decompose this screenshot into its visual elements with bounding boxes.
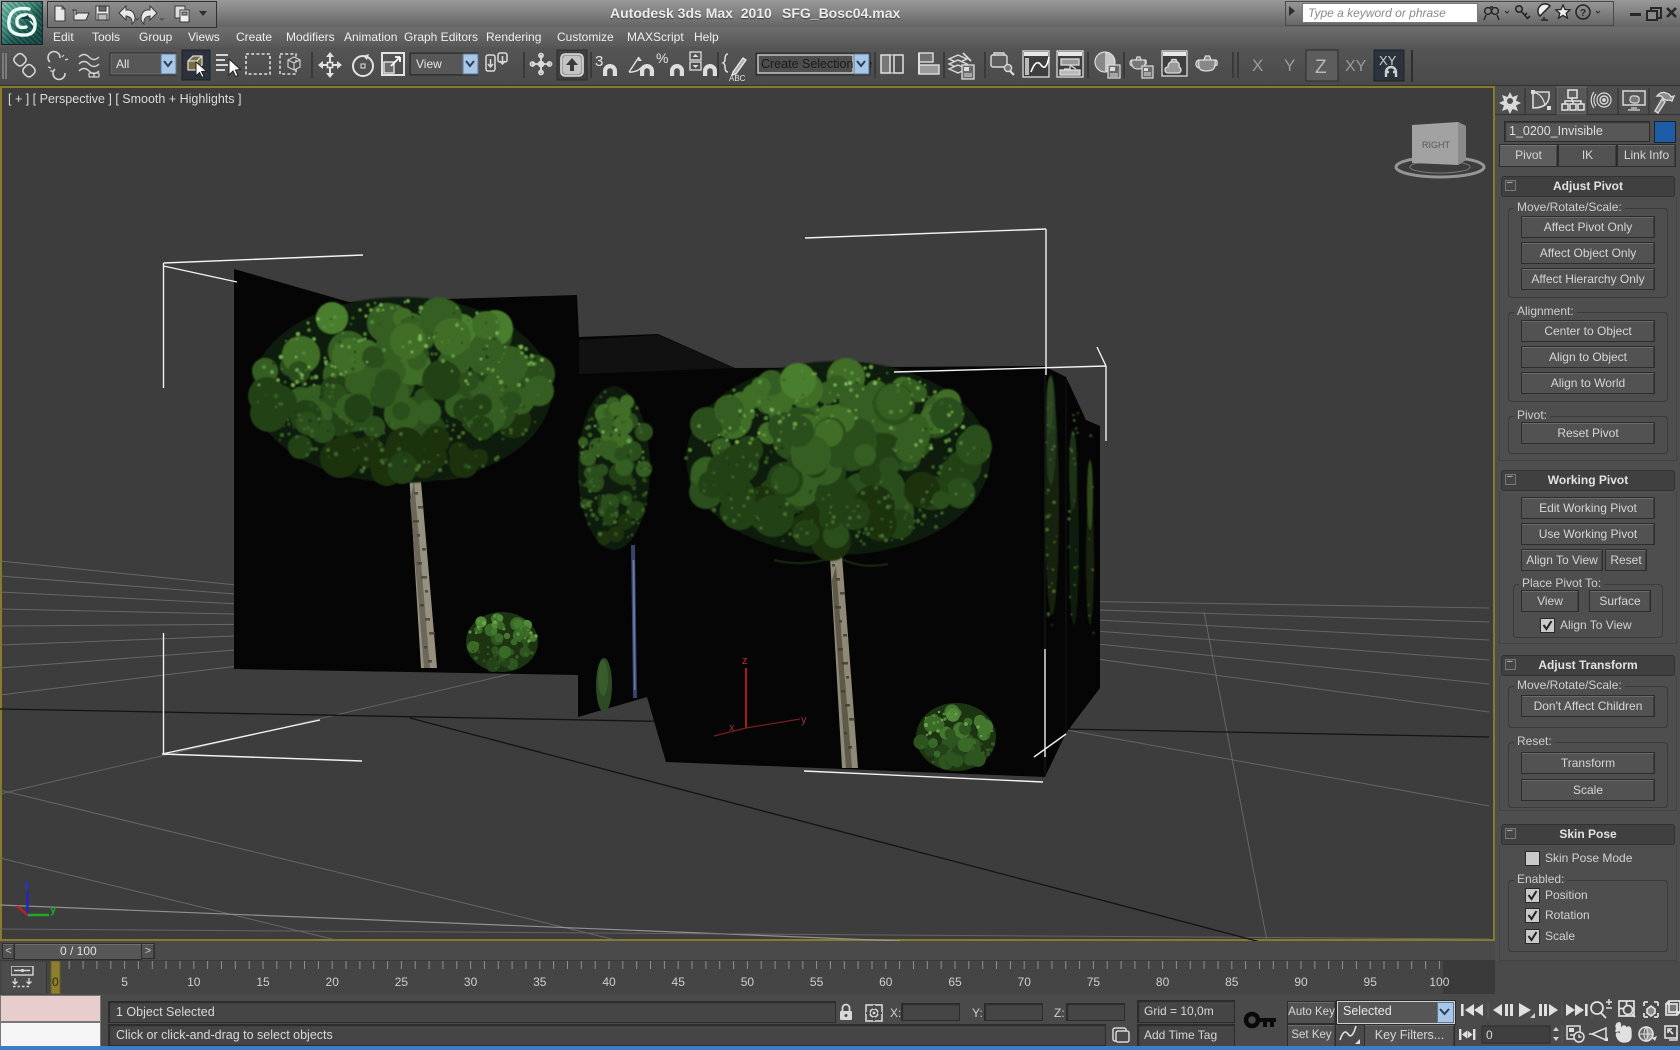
svg-text:Z: Z	[1315, 57, 1327, 78]
svg-text:%: %	[656, 50, 668, 66]
svg-text:Y: Y	[1284, 56, 1295, 75]
svg-text:[ + ] [ Perspective ] [ Smooth: [ + ] [ Perspective ] [ Smooth + Highlig…	[8, 92, 241, 106]
svg-text:x: x	[729, 722, 735, 734]
svg-text:XY: XY	[1379, 53, 1397, 68]
svg-text:35: 35	[533, 975, 547, 989]
svg-text:XY: XY	[1345, 58, 1367, 75]
svg-text:y: y	[50, 904, 57, 916]
svg-text:75: 75	[1087, 975, 1101, 989]
svg-text:60: 60	[879, 975, 893, 989]
svg-text:25: 25	[395, 975, 409, 989]
svg-text:45: 45	[672, 975, 686, 989]
svg-text:20: 20	[326, 975, 340, 989]
svg-text:30: 30	[464, 975, 478, 989]
svg-text:95: 95	[1364, 975, 1378, 989]
svg-text:X: X	[1252, 56, 1263, 75]
svg-text:80: 80	[1156, 975, 1170, 989]
svg-text:z: z	[742, 655, 748, 667]
svg-text:View: View	[416, 57, 442, 71]
svg-text:40: 40	[602, 975, 616, 989]
svg-text:y: y	[801, 714, 807, 726]
svg-text:3: 3	[595, 53, 603, 70]
svg-text:0: 0	[1486, 1028, 1493, 1042]
svg-text:55: 55	[810, 975, 824, 989]
svg-text:70: 70	[1018, 975, 1032, 989]
svg-text:100: 100	[1429, 975, 1449, 989]
svg-text:90: 90	[1294, 975, 1308, 989]
svg-text:5: 5	[121, 975, 128, 989]
svg-text:15: 15	[256, 975, 270, 989]
svg-text:RIGHT: RIGHT	[1422, 140, 1451, 150]
svg-text:ABC: ABC	[729, 74, 746, 83]
svg-text:65: 65	[948, 975, 962, 989]
svg-text:85: 85	[1225, 975, 1239, 989]
svg-text:10: 10	[187, 975, 201, 989]
svg-text:50: 50	[741, 975, 755, 989]
svg-text:0: 0	[52, 975, 59, 989]
svg-text:?: ?	[1580, 8, 1586, 19]
svg-text:z: z	[24, 879, 30, 891]
svg-text:All: All	[116, 57, 129, 71]
